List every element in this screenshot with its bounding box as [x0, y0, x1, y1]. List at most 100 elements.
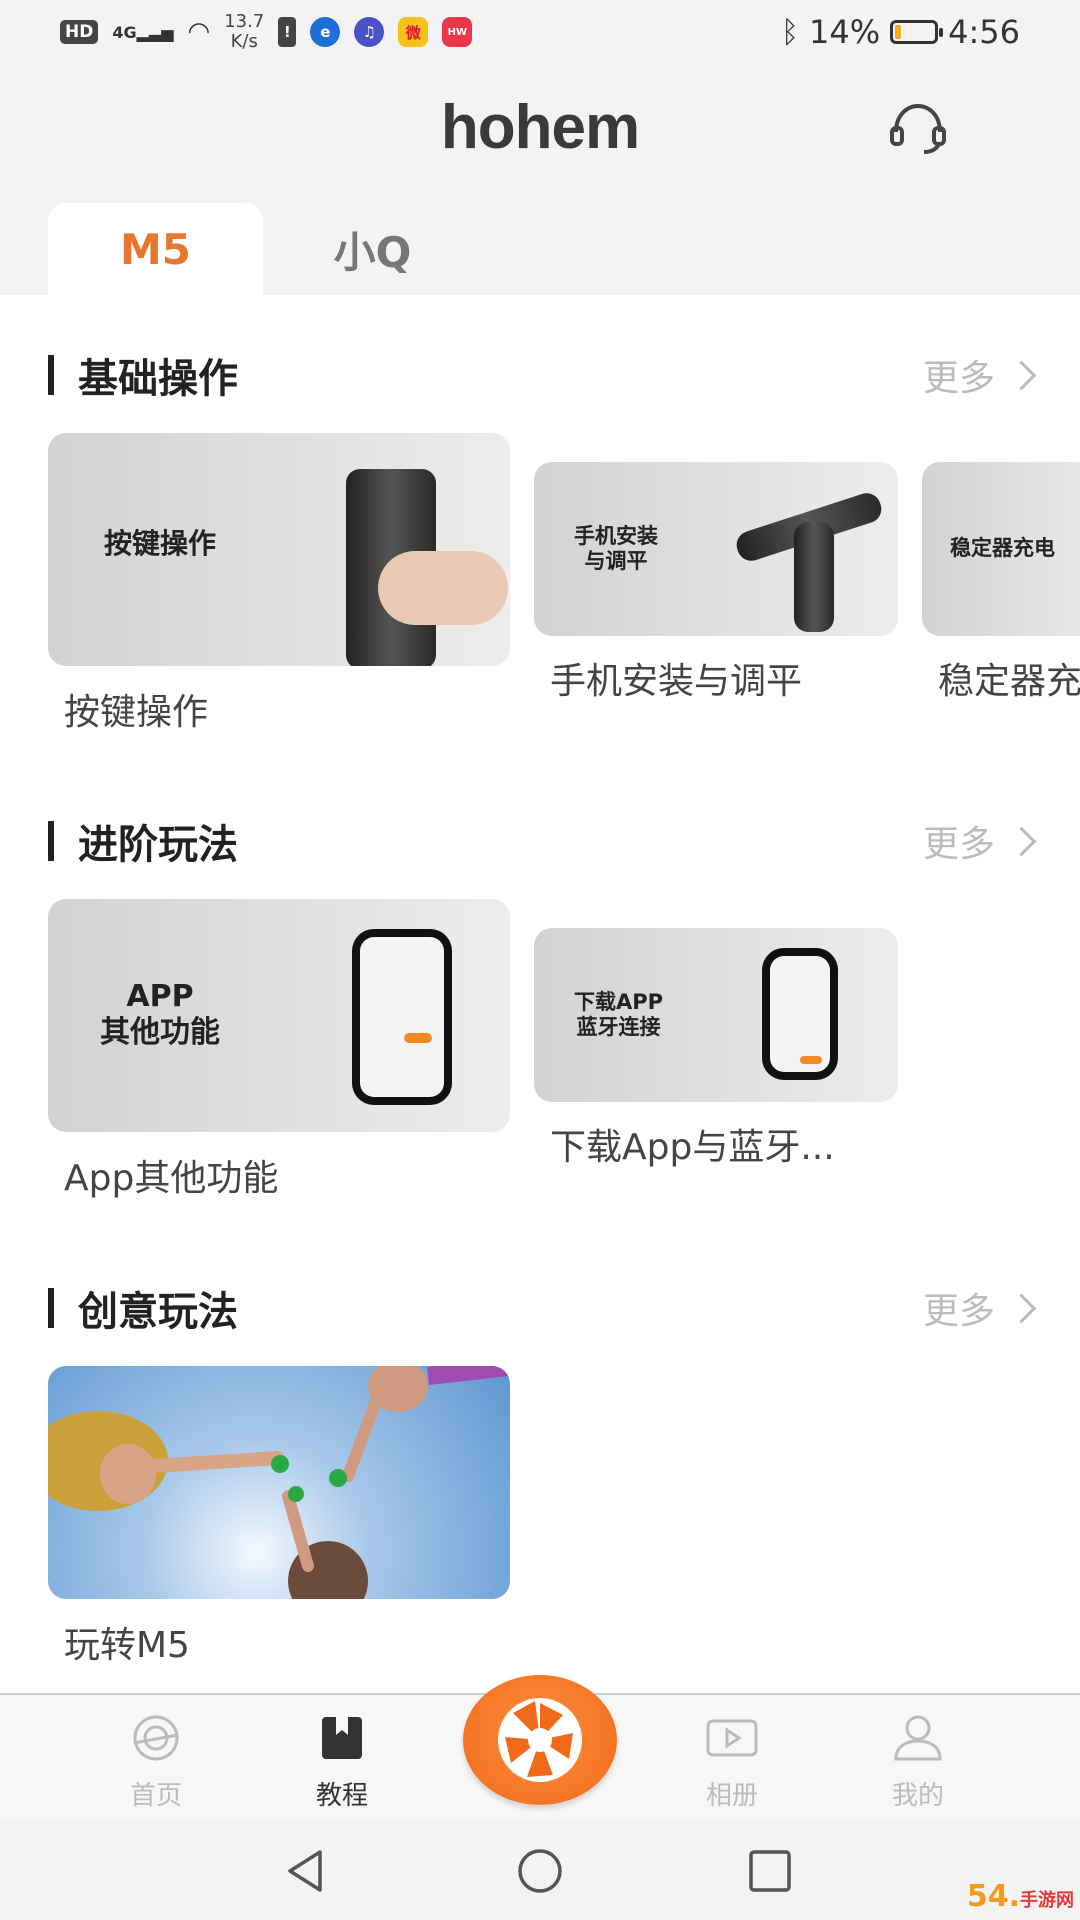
card-thumbnail: 稳定器充电 — [922, 462, 1080, 636]
tutorial-card[interactable]: APP 其他功能 App其他功能 — [48, 899, 510, 1199]
wifi-icon: ◠ — [187, 17, 211, 47]
app-header: hohem — [0, 62, 1080, 192]
hand-image — [378, 551, 508, 625]
headset-icon[interactable] — [886, 96, 950, 160]
thumb-title-line: 与调平 — [584, 549, 648, 574]
thumb-title: APP 其他功能 — [100, 979, 220, 1051]
more-link[interactable]: 更多 — [922, 1278, 1037, 1338]
section-header: 进阶玩法 — [48, 811, 238, 871]
status-bar: HD 4G▂▃▅ ◠ 13.7 K/s ! e ♫ 微 HW ᛒ 14% 4:5… — [0, 0, 1080, 62]
more-link[interactable]: 更多 — [922, 345, 1037, 405]
card-thumbnail: 下载APP 蓝牙连接 — [534, 928, 898, 1102]
weibo-icon: 微 — [398, 17, 429, 47]
section-header: 基础操作 — [48, 345, 238, 405]
watermark-site: 手游网 — [1020, 1890, 1074, 1911]
recents-icon[interactable] — [745, 1846, 795, 1896]
tutorial-card[interactable]: 手机安装 与调平 手机安装与调平 — [534, 462, 898, 702]
home-button-icon[interactable] — [515, 1846, 565, 1896]
home-icon — [133, 1715, 179, 1761]
phone-screen — [360, 937, 444, 1097]
section-title: 创意玩法 — [78, 1289, 238, 1335]
nav-profile[interactable]: 我的 — [848, 1713, 988, 1812]
phone-screen — [770, 956, 830, 1072]
tutorial-card[interactable]: 稳定器充电 稳定器充 — [922, 462, 1080, 702]
network-speed: 13.7 K/s — [224, 12, 264, 52]
alert-icon: ! — [278, 17, 297, 47]
more-label: 更多 — [922, 1291, 995, 1332]
book-icon — [322, 1717, 362, 1759]
thumb-title-line: 其他功能 — [100, 1015, 220, 1050]
device-tabs: M5 小Q — [0, 203, 1080, 295]
card-caption: 手机安装与调平 — [550, 661, 803, 702]
tab-m5[interactable]: M5 — [48, 203, 263, 295]
phone-image — [762, 948, 838, 1080]
battery-level — [895, 25, 902, 39]
card-caption: 下载App与蓝牙... — [550, 1127, 835, 1168]
bluetooth-icon: ᛒ — [781, 14, 800, 50]
thumb-title: 下载APP 蓝牙连接 — [574, 990, 663, 1040]
section-marker — [48, 821, 54, 861]
nav-album[interactable]: 相册 — [662, 1713, 802, 1812]
profile-icon — [894, 1715, 942, 1761]
card-thumbnail: 手机安装 与调平 — [534, 462, 898, 636]
thumb-title-line: 下载APP — [574, 990, 664, 1014]
nav-label: 教程 — [315, 1781, 368, 1811]
browser-icon: e — [310, 17, 341, 47]
network-speed-unit: K/s — [230, 31, 258, 52]
card-thumbnail: APP 其他功能 — [48, 899, 510, 1132]
signal-icon: 4G▂▃▅ — [112, 22, 174, 42]
huawei-store-icon: HW — [442, 17, 473, 47]
more-label: 更多 — [922, 824, 995, 865]
system-navigation: 54.手游网 — [0, 1818, 1080, 1920]
camera-shutter-button[interactable] — [463, 1675, 617, 1805]
section-header: 创意玩法 — [48, 1278, 238, 1338]
chevron-right-icon — [1006, 1293, 1037, 1323]
section-marker — [48, 355, 54, 395]
album-icon — [706, 1719, 758, 1757]
tab-xiaoq[interactable]: 小Q — [265, 203, 480, 295]
people-photo — [48, 1366, 510, 1599]
tutorial-card[interactable]: 下载APP 蓝牙连接 下载App与蓝牙... — [534, 928, 898, 1168]
more-link[interactable]: 更多 — [922, 811, 1037, 871]
thumb-title: 按键操作 — [104, 527, 217, 560]
status-right: ᛒ 14% 4:56 — [781, 10, 1020, 54]
network-speed-value: 13.7 — [224, 11, 265, 32]
thumb-title: 稳定器充电 — [950, 536, 1055, 560]
battery-percent: 14% — [809, 13, 881, 51]
card-thumbnail — [48, 1366, 510, 1599]
chevron-right-icon — [1006, 360, 1037, 390]
music-icon: ♫ — [354, 17, 385, 47]
nav-tutorial[interactable]: 教程 — [272, 1713, 412, 1812]
chevron-right-icon — [1006, 826, 1037, 856]
nav-label: 相册 — [705, 1781, 758, 1811]
card-caption: 玩转M5 — [64, 1625, 190, 1666]
section-marker — [48, 1288, 54, 1328]
tutorial-card[interactable]: 按键操作 按键操作 — [48, 433, 510, 733]
camera-shutter-icon — [498, 1698, 582, 1782]
tutorial-content: 基础操作 更多 按键操作 按键操作 手机安装 与调平 手机安装与调平 稳定器充电… — [0, 295, 1080, 1695]
bottom-navigation: 首页 教程 相册 我的 — [0, 1675, 1080, 1820]
watermark-logo: 54. — [966, 1879, 1020, 1914]
thumb-title-line: APP — [126, 979, 194, 1014]
tutorial-card[interactable]: 玩转M5 — [48, 1366, 510, 1666]
section-title: 基础操作 — [78, 356, 238, 402]
card-caption: 按键操作 — [64, 692, 209, 733]
more-label: 更多 — [922, 358, 995, 399]
nav-home[interactable]: 首页 — [86, 1713, 226, 1812]
status-left: HD 4G▂▃▅ ◠ 13.7 K/s ! e ♫ 微 HW — [60, 10, 473, 54]
nav-label: 首页 — [129, 1781, 182, 1811]
thumb-title: 手机安装 与调平 — [574, 524, 658, 574]
network-type: 4G — [112, 22, 137, 42]
clock: 4:56 — [948, 13, 1020, 51]
phone-button-graphic — [800, 1056, 822, 1064]
section-title: 进阶玩法 — [78, 822, 238, 868]
card-thumbnail: 按键操作 — [48, 433, 510, 666]
back-icon[interactable] — [280, 1846, 330, 1896]
watermark: 54.手游网 — [967, 1879, 1074, 1914]
gimbal-image — [794, 522, 834, 632]
battery-icon — [890, 20, 944, 44]
hd-indicator: HD — [60, 20, 99, 44]
nav-label: 我的 — [891, 1781, 944, 1811]
thumb-title-line: 蓝牙连接 — [576, 1015, 661, 1040]
phone-button-graphic — [404, 1033, 432, 1043]
